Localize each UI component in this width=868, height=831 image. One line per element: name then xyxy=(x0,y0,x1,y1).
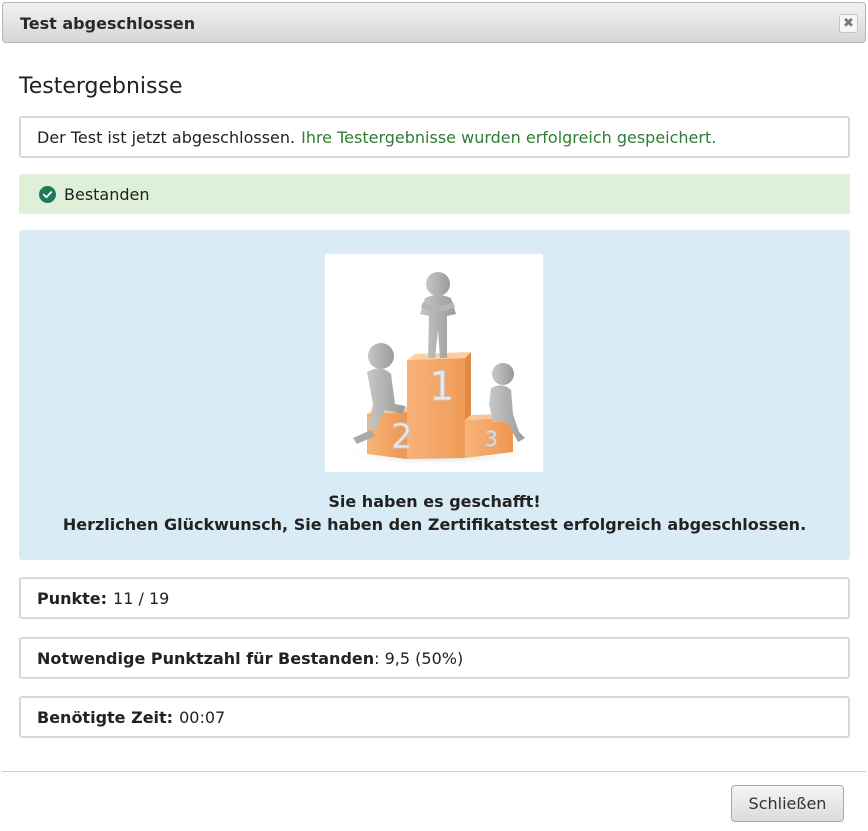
time-label: Benötigte Zeit: xyxy=(37,707,174,727)
time-value: 00:07 xyxy=(179,707,226,727)
page-title: Testergebnisse xyxy=(19,74,183,99)
status-badge: Bestanden xyxy=(19,174,850,214)
svg-text:3: 3 xyxy=(485,427,498,451)
required-score-label: Notwendige Punktzahl für Bestanden xyxy=(37,648,375,668)
svg-text:1: 1 xyxy=(429,364,454,410)
required-score-value: : 9,5 (50%) xyxy=(374,648,464,668)
dialog-titlebar: Test abgeschlossen ✖ xyxy=(2,2,866,43)
footer-divider xyxy=(2,771,866,772)
result-dialog: Test abgeschlossen ✖ Testergebnisse Der … xyxy=(0,0,868,831)
close-button[interactable]: Schließen xyxy=(731,785,844,822)
svg-text:2: 2 xyxy=(391,417,413,457)
message-text: Der Test ist jetzt abgeschlossen. xyxy=(37,127,296,147)
dialog-title: Test abgeschlossen xyxy=(20,14,196,33)
congratulations-panel: 1 2 3 Sie haben es geschafft! Herzlichen… xyxy=(19,230,850,560)
congrats-message: Herzlichen Glückwunsch, Sie haben den Ze… xyxy=(62,515,807,534)
congrats-headline: Sie haben es geschafft! xyxy=(328,492,541,511)
required-score-row: Notwendige Punktzahl für Bestanden : 9,5… xyxy=(19,637,850,679)
podium-image: 1 2 3 xyxy=(325,254,543,472)
score-row: Punkte: 11 / 19 xyxy=(19,577,850,619)
save-message: Der Test ist jetzt abgeschlossen. Ihre T… xyxy=(19,116,850,158)
check-circle-icon xyxy=(39,185,56,203)
time-row: Benötigte Zeit: 00:07 xyxy=(19,696,850,738)
message-success-text: Ihre Testergebnisse wurden erfolgreich g… xyxy=(301,127,717,147)
score-label: Punkte: xyxy=(37,588,108,608)
close-icon[interactable]: ✖ xyxy=(839,14,858,33)
status-label: Bestanden xyxy=(64,184,150,204)
score-value: 11 / 19 xyxy=(113,588,170,608)
